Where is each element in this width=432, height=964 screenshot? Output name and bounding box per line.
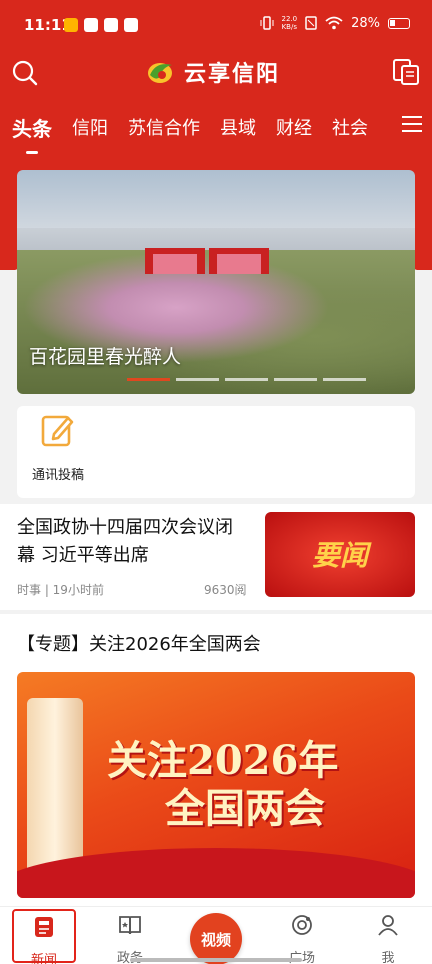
topic-title[interactable]: 【专题】关注2026年全国两会 (17, 630, 261, 656)
news-views: 9630阅 (204, 583, 247, 597)
reading-mode-icon[interactable] (392, 58, 420, 86)
notification-app-icon (84, 18, 98, 32)
banner-carousel[interactable]: 百花园里春光醉人 (17, 170, 415, 394)
tool-contribution[interactable]: 通讯投稿 (23, 412, 93, 483)
notification-app-icon (124, 18, 138, 32)
news-meta: 时事 | 19小时前 (17, 583, 104, 597)
nav-me-label: 我 (381, 951, 395, 964)
user-icon (378, 915, 398, 936)
topic-banner[interactable]: 关注2026年 全国两会 (17, 672, 415, 898)
top-bar: 云享信阳 (0, 50, 432, 100)
topic-card: 【专题】关注2026年全国两会 关注2026年 全国两会 (0, 614, 432, 906)
banner-gate-graphic (145, 248, 269, 274)
status-right: 22.0 KB/s 28% (260, 15, 410, 31)
wifi-icon (325, 16, 343, 30)
banner-caption: 百花园里春光醉人 (29, 346, 182, 368)
tab-suxin-cooperation[interactable]: 苏信合作 (128, 114, 200, 140)
news-icon (35, 917, 53, 937)
net-speed: 22.0 KB/s (282, 15, 298, 31)
tab-finance[interactable]: 财经 (276, 114, 312, 140)
banner-dot (323, 378, 366, 381)
battery-icon (388, 17, 410, 29)
status-bar: 11:11 22.0 KB/s 28% (0, 0, 432, 50)
channel-tabs: 头条 信阳 苏信合作 县域 财经 社会 (0, 104, 432, 150)
bottom-nav: 新闻 政务 视频 广场 我 (0, 906, 432, 964)
nav-square[interactable]: 广场 (272, 913, 332, 964)
notification-app-icon (64, 18, 78, 32)
logo-mark-icon (148, 63, 172, 83)
logo-text: 云享信阳 (184, 61, 281, 87)
topic-banner-line2: 全国两会 (165, 785, 325, 832)
nav-news-label: 新闻 (30, 953, 57, 964)
battery-percent: 28% (351, 15, 380, 31)
banner-dot (127, 378, 170, 381)
net-speed-value: 22.0 (281, 15, 298, 23)
edit-icon (41, 415, 74, 447)
search-icon[interactable] (12, 60, 38, 86)
tab-county[interactable]: 县域 (220, 114, 256, 140)
nav-gov[interactable]: 政务 (100, 913, 160, 964)
tool-label: 通讯投稿 (31, 468, 84, 483)
home-indicator[interactable] (130, 958, 302, 962)
banner-dot (225, 378, 268, 381)
news-item[interactable]: 全国政协十四届四次会议闭幕 习近平等出席 时事 | 19小时前 9630阅 要闻 (0, 504, 432, 610)
news-title[interactable]: 全国政协十四届四次会议闭幕 习近平等出席 (17, 514, 247, 570)
nav-news[interactable]: 新闻 (12, 909, 76, 964)
banner-indicator (127, 378, 366, 381)
tab-society[interactable]: 社会 (332, 114, 368, 140)
tools-card: 通讯投稿 (17, 406, 415, 498)
notification-app-icon (104, 18, 118, 32)
tab-headline[interactable]: 头条 (12, 113, 52, 142)
no-signal-icon (305, 16, 317, 30)
net-speed-unit: KB/s (281, 23, 297, 31)
news-thumb-text: 要闻 (311, 539, 368, 572)
status-notification-icons (64, 18, 138, 32)
app-logo: 云享信阳 (146, 56, 280, 88)
nav-me[interactable]: 我 (358, 913, 418, 964)
banner-dot (176, 378, 219, 381)
news-thumbnail[interactable]: 要闻 (265, 512, 415, 597)
menu-icon[interactable] (402, 116, 422, 134)
vibrate-icon (260, 16, 273, 30)
tab-xinyang[interactable]: 信阳 (72, 114, 108, 140)
square-icon (292, 915, 312, 935)
gov-book-icon (119, 916, 141, 935)
banner-dot (274, 378, 317, 381)
nav-video-button[interactable]: 视频 (190, 913, 242, 964)
